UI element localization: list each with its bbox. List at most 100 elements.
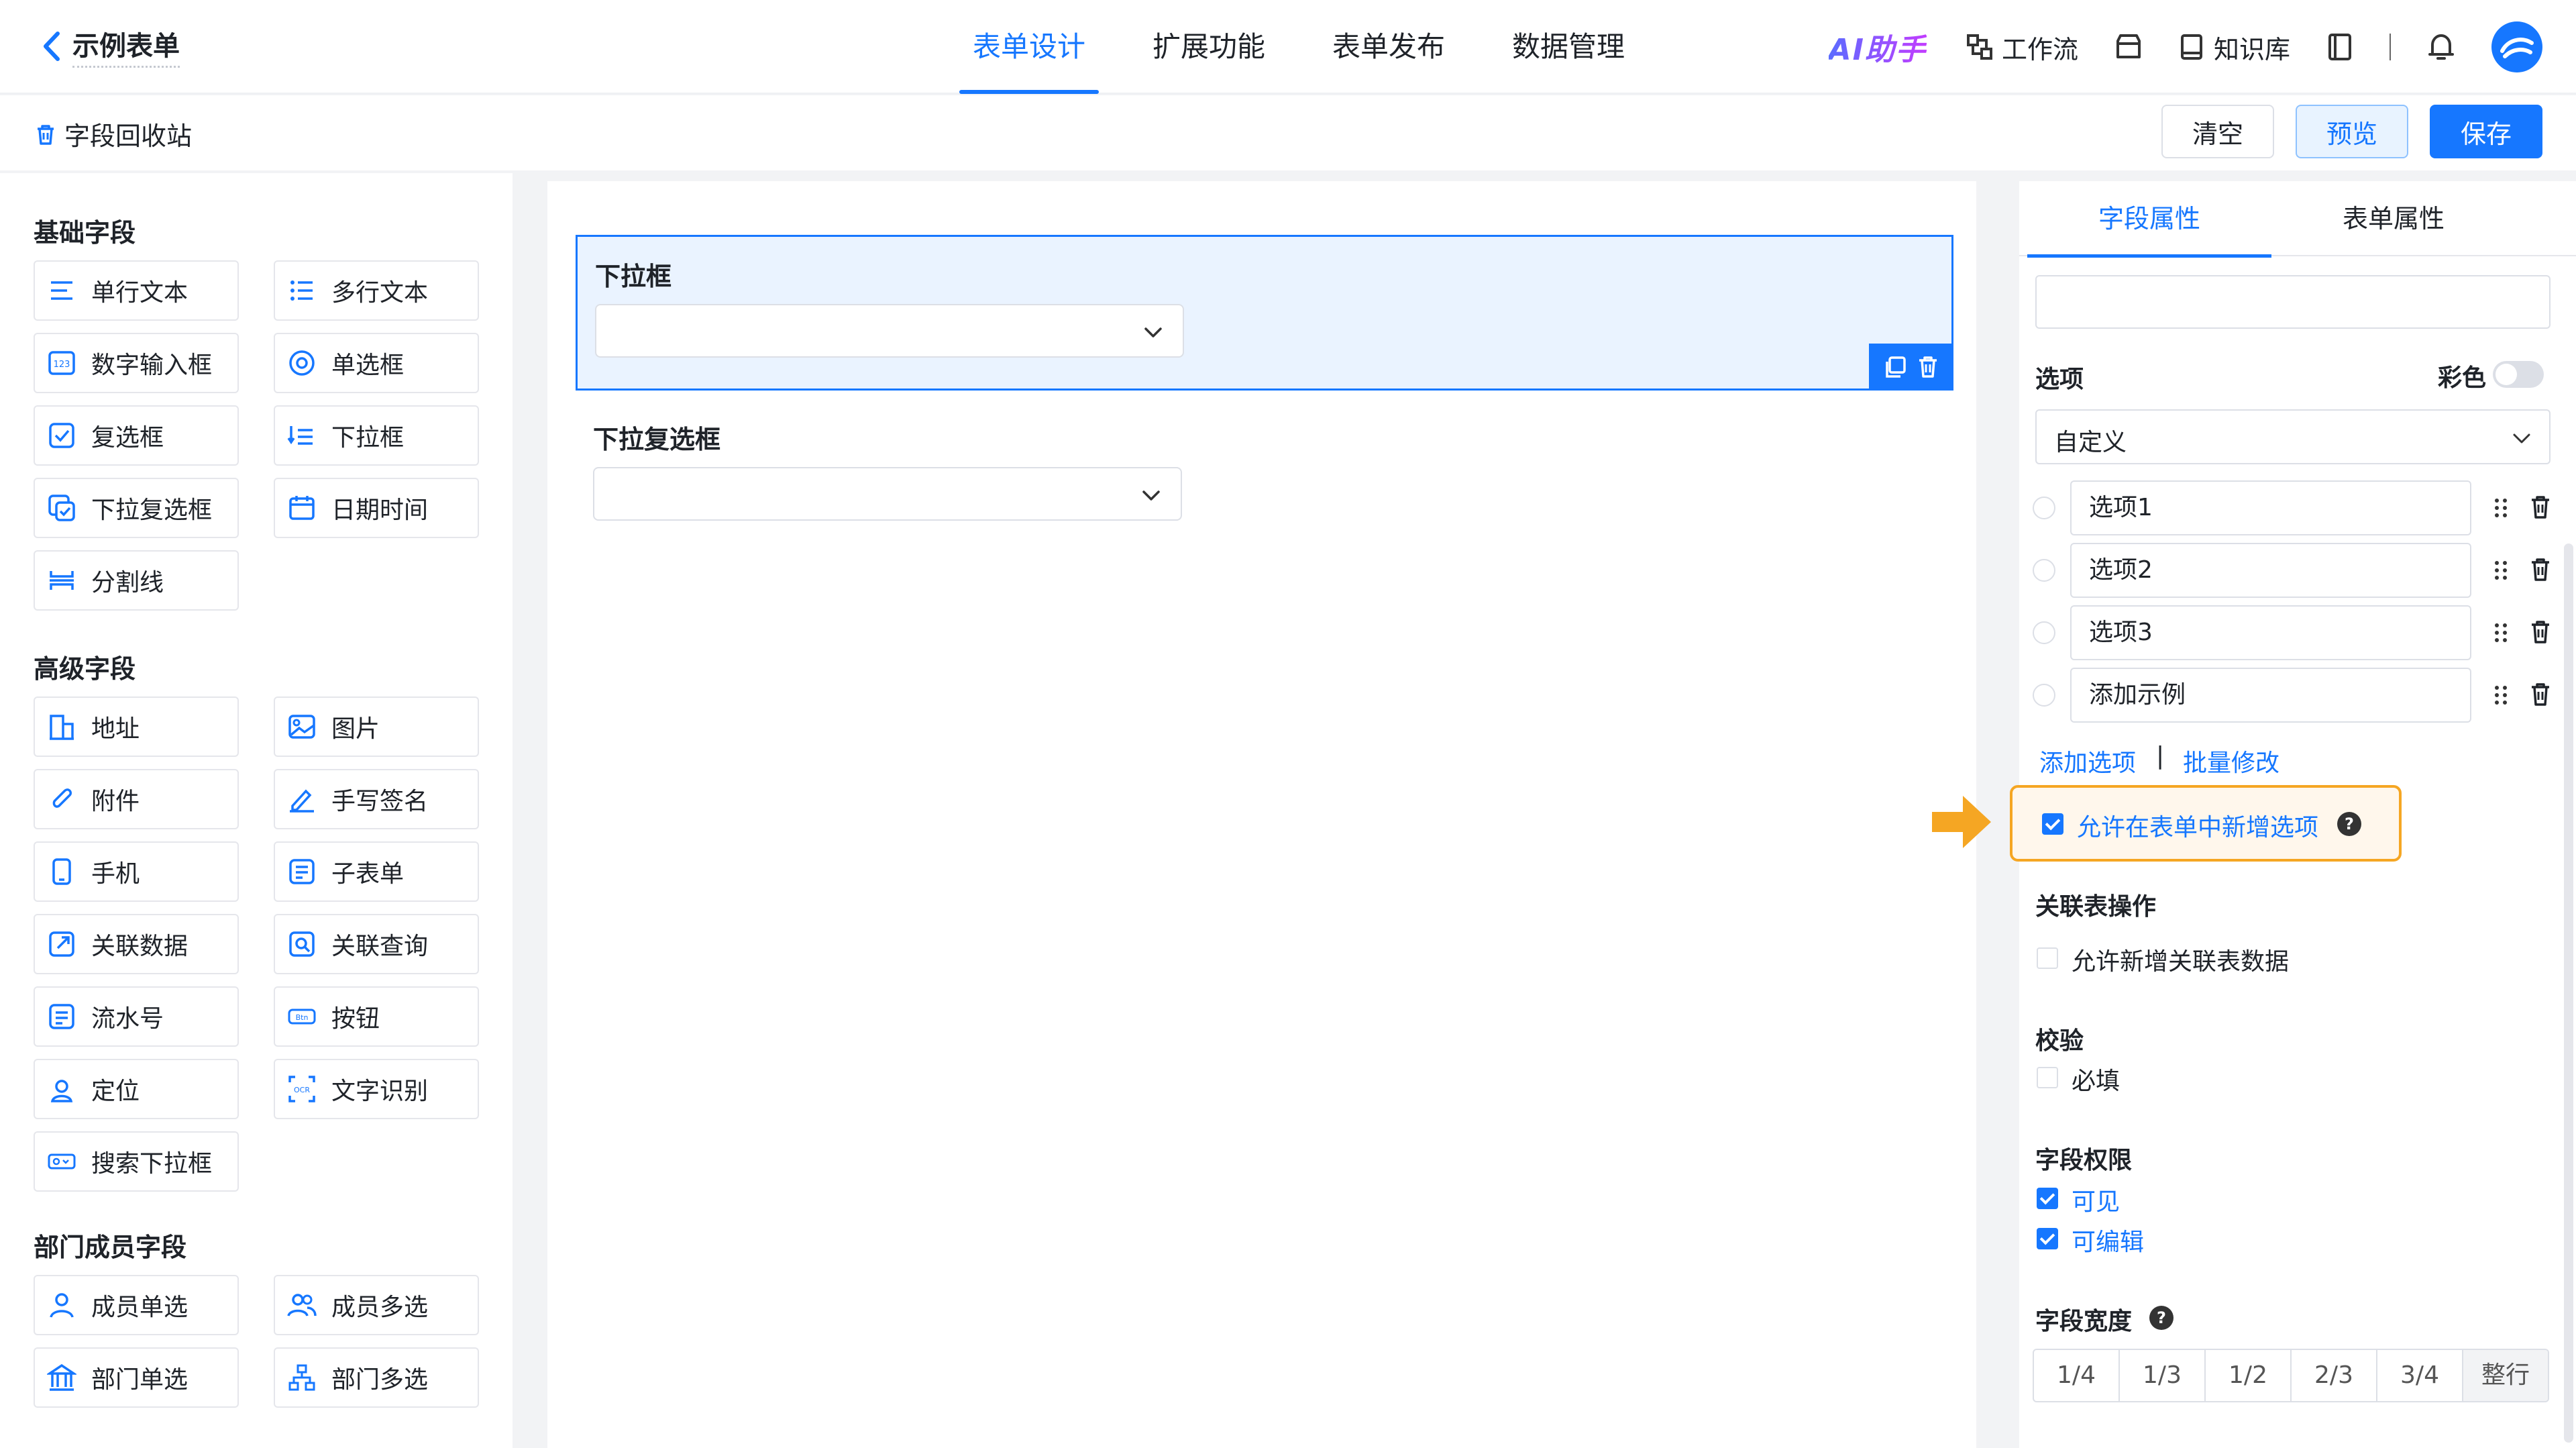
palette-item-signature[interactable]: 手写签名 [274, 769, 479, 829]
palette-item-ocr[interactable]: OCR 文字识别 [274, 1059, 479, 1119]
palette-item-member-single[interactable]: 成员单选 [34, 1275, 239, 1335]
palette-item-serial-number[interactable]: 流水号 [34, 986, 239, 1047]
chevron-down-icon [1142, 490, 1160, 501]
palette-item-single-line-text[interactable]: 单行文本 [34, 260, 239, 321]
drag-handle-icon[interactable] [2491, 620, 2510, 645]
palette-item-calendar[interactable]: 日期时间 [274, 478, 479, 538]
palette-item-number-input[interactable]: 123 数字输入框 [34, 333, 239, 393]
docs-button[interactable] [2326, 32, 2353, 62]
palette-item-checkbox[interactable]: 复选框 [34, 405, 239, 466]
option-input[interactable]: 选项2 [2070, 543, 2471, 598]
option-source-select[interactable]: 自定义 [2035, 409, 2551, 464]
delete-icon[interactable] [2529, 494, 2552, 521]
drag-handle-icon[interactable] [2491, 558, 2510, 583]
copy-icon[interactable] [1883, 355, 1907, 379]
help-icon[interactable]: ? [2149, 1306, 2174, 1330]
tab-form-design[interactable]: 表单设计 [939, 0, 1119, 94]
phone-icon [52, 858, 71, 885]
option-default-radio[interactable] [2033, 559, 2055, 582]
tab-field-properties[interactable]: 字段属性 [2027, 181, 2271, 258]
panel-scrollbar[interactable] [2564, 544, 2573, 1443]
dropdown-multi-select[interactable] [593, 467, 1182, 521]
form-title: 示例表单 [72, 24, 180, 68]
palette-item-image[interactable]: 图片 [274, 696, 479, 757]
dropdown-select[interactable] [595, 304, 1184, 358]
option-default-radio[interactable] [2033, 497, 2055, 519]
tab-form-publish[interactable]: 表单发布 [1299, 0, 1479, 94]
option-input[interactable]: 添加示例 [2070, 668, 2471, 723]
save-button[interactable]: 保存 [2429, 105, 2542, 158]
width-option-2-3[interactable]: 2/3 [2292, 1350, 2377, 1401]
top-navigation-bar: 示例表单 表单设计 扩展功能 表单发布 数据管理 AI助手 工作流 知识库 [0, 0, 2576, 94]
required-checkbox[interactable] [2037, 1067, 2058, 1088]
palette-item-label: 分割线 [91, 569, 164, 597]
delete-icon[interactable] [2529, 619, 2552, 645]
allow-new-option-checkbox[interactable] [2042, 813, 2063, 835]
form-field-dropdown[interactable]: 下拉框 [576, 235, 1953, 391]
document-icon [2328, 34, 2351, 60]
palette-item-attachment[interactable]: 附件 [34, 769, 239, 829]
drag-handle-icon[interactable] [2491, 682, 2510, 708]
palette-item-linked-data[interactable]: 关联数据 [34, 914, 239, 974]
delete-icon[interactable] [2529, 681, 2552, 708]
dropdown-icon [287, 426, 313, 445]
palette-item-department-multi[interactable]: 部门多选 [274, 1347, 479, 1408]
palette-item-multi-line-text[interactable]: 多行文本 [274, 260, 479, 321]
back-button[interactable]: 示例表单 [38, 24, 180, 68]
option-default-radio[interactable] [2033, 684, 2055, 707]
delete-icon[interactable] [2529, 556, 2552, 583]
option-input[interactable]: 选项1 [2070, 480, 2471, 535]
palette-item-department-single[interactable]: 部门单选 [34, 1347, 239, 1408]
option-default-radio[interactable] [2033, 621, 2055, 644]
palette-item-location[interactable]: 定位 [34, 1059, 239, 1119]
visible-checkbox[interactable] [2037, 1188, 2058, 1209]
colorful-toggle[interactable] [2493, 361, 2544, 388]
tab-form-properties[interactable]: 表单属性 [2271, 181, 2516, 256]
drag-handle-icon[interactable] [2491, 495, 2510, 521]
number-input-icon: 123 [48, 351, 75, 375]
field-width-label: 字段宽度 [2035, 1308, 2133, 1335]
delete-icon[interactable] [1917, 355, 1939, 379]
dropdown-checkbox-icon [48, 495, 75, 521]
help-icon[interactable]: ? [2337, 812, 2361, 836]
palette-item-label: 定位 [91, 1078, 140, 1105]
field-name-input[interactable] [2035, 275, 2551, 329]
palette-item-divider[interactable]: 分割线 [34, 550, 239, 611]
ai-assistant-button[interactable]: AI助手 [1829, 25, 1927, 68]
field-recycle-bin-button[interactable]: 字段回收站 [34, 115, 192, 152]
editable-checkbox[interactable] [2037, 1228, 2058, 1249]
palette-item-search-dropdown[interactable]: 搜索下拉框 [34, 1131, 239, 1192]
width-option-1-4[interactable]: 1/4 [2034, 1350, 2120, 1401]
avatar[interactable] [2491, 21, 2542, 72]
tab-data-management[interactable]: 数据管理 [1479, 0, 1658, 94]
palette-item-dropdown[interactable]: 下拉框 [274, 405, 479, 466]
palette-item-dropdown-checkbox[interactable]: 下拉复选框 [34, 478, 239, 538]
batch-edit-link[interactable]: 批量修改 [2183, 743, 2279, 778]
palette-item-linked-query[interactable]: 关联查询 [274, 914, 479, 974]
palette-item-address[interactable]: 地址 [34, 696, 239, 757]
width-option-1-2[interactable]: 1/2 [2206, 1350, 2292, 1401]
form-canvas[interactable]: 下拉框 下拉复选框 [547, 181, 1976, 1448]
clear-button[interactable]: 清空 [2161, 105, 2274, 158]
notifications-button[interactable] [2427, 32, 2455, 62]
palette-item-button[interactable]: Btn 按钮 [274, 986, 479, 1047]
allow-new-linked-checkbox[interactable] [2037, 947, 2058, 969]
add-option-link[interactable]: 添加选项 [2039, 743, 2136, 778]
palette-item-radio[interactable]: 单选框 [274, 333, 479, 393]
property-tabs: 字段属性 表单属性 [2019, 181, 2576, 258]
tab-extensions[interactable]: 扩展功能 [1119, 0, 1299, 94]
knowledge-base-button[interactable]: 知识库 [2179, 29, 2290, 66]
workflow-button[interactable]: 工作流 [1966, 29, 2078, 66]
palette-item-label: 地址 [91, 715, 140, 743]
palette-item-member-multi[interactable]: 成员多选 [274, 1275, 479, 1335]
width-option-full[interactable]: 整行 [2463, 1350, 2548, 1401]
preview-button[interactable]: 预览 [2295, 105, 2408, 158]
width-option-3-4[interactable]: 3/4 [2377, 1350, 2463, 1401]
palette-item-subform[interactable]: 子表单 [274, 841, 479, 902]
option-input[interactable]: 选项3 [2070, 605, 2471, 660]
width-option-1-3[interactable]: 1/3 [2120, 1350, 2206, 1401]
palette-item-phone[interactable]: 手机 [34, 841, 239, 902]
palette-item-label: 下拉复选框 [91, 497, 213, 524]
palette-item-label: 文字识别 [331, 1078, 429, 1105]
store-button[interactable] [2114, 33, 2143, 61]
